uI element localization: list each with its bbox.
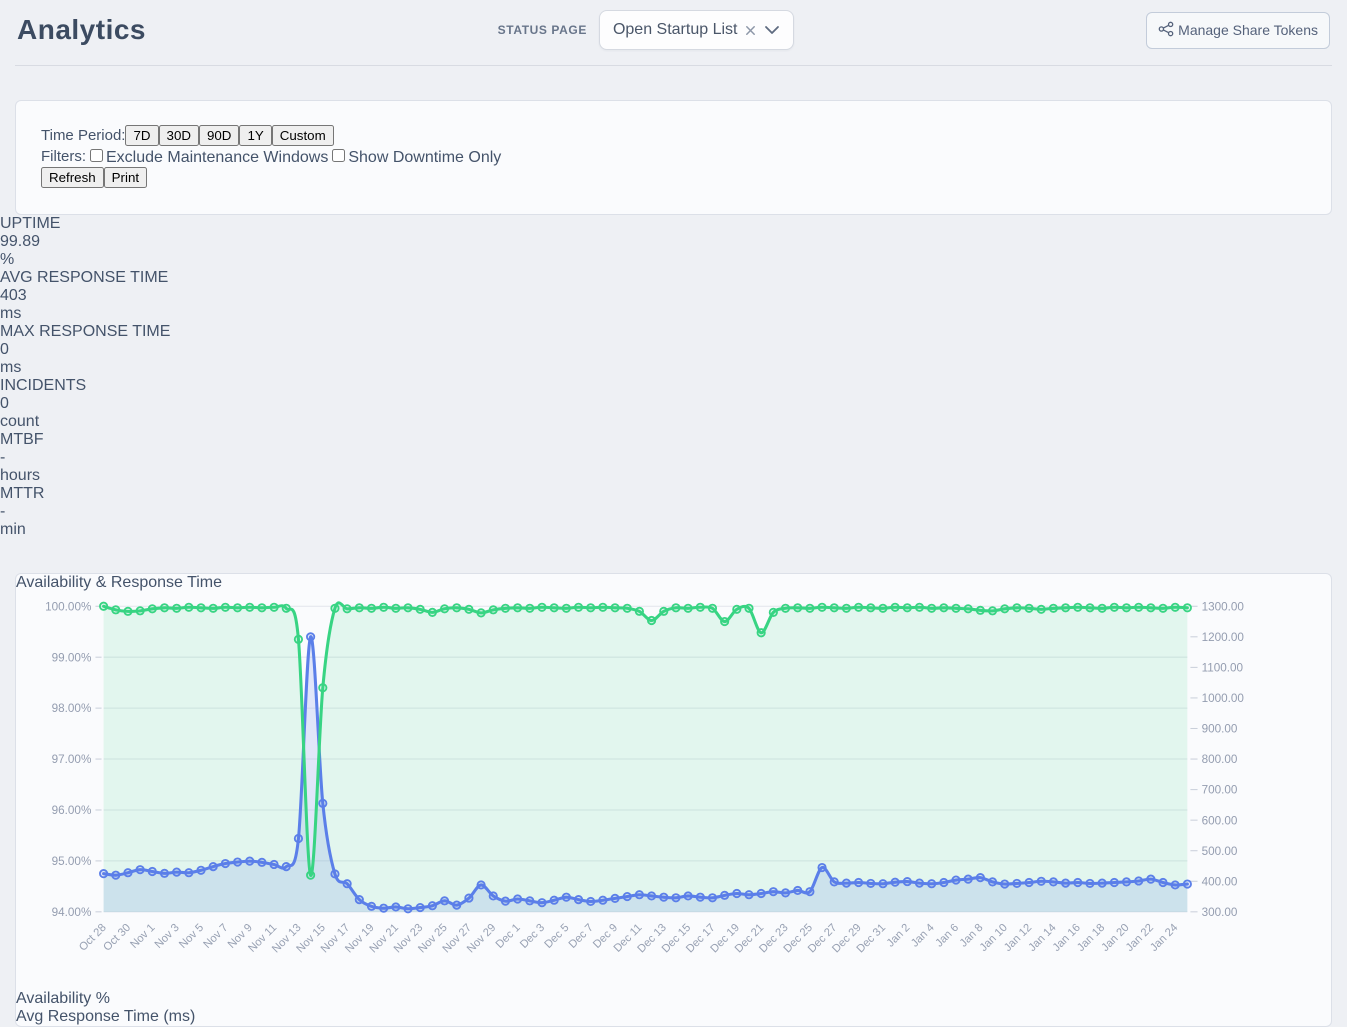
time-period-button-7d[interactable]: 7D — [125, 125, 158, 146]
svg-text:1000.00: 1000.00 — [1202, 692, 1245, 705]
stat-unit: % — [0, 251, 1347, 269]
filters-label: Filters: — [41, 148, 86, 165]
checkbox-label: Show Downtime Only — [348, 149, 501, 166]
svg-text:Jan 24: Jan 24 — [1148, 922, 1180, 954]
stat-unit: min — [0, 521, 1347, 539]
stat-value: - — [0, 449, 1347, 467]
stat-card-uptime: UPTIME99.89% — [0, 215, 1347, 269]
svg-text:1300.00: 1300.00 — [1202, 600, 1245, 613]
stat-label: UPTIME — [0, 215, 1347, 233]
legend-label: Avg Response Time (ms) — [16, 1008, 195, 1025]
svg-text:99.00%: 99.00% — [52, 651, 92, 664]
svg-text:Jan 2: Jan 2 — [885, 922, 913, 950]
clear-icon[interactable] — [744, 24, 757, 37]
manage-share-tokens-button[interactable]: Manage Share Tokens — [1146, 12, 1330, 49]
page-title: Analytics — [17, 14, 146, 46]
stat-card-avg-response-time: AVG RESPONSE TIME403ms — [0, 269, 1347, 323]
stat-label: MTTR — [0, 485, 1347, 503]
svg-text:400.00: 400.00 — [1202, 875, 1238, 888]
header: Analytics STATUS PAGE Open Startup List … — [15, 0, 1332, 66]
checkbox-show-downtime-only[interactable] — [332, 149, 345, 162]
availability-response-chart: 100.00% 99.00% 98.00% 97.00% 96.00% 95.00% 94.… — [16, 592, 1331, 990]
stat-value: - — [0, 503, 1347, 521]
svg-text:Nov 3: Nov 3 — [153, 922, 182, 951]
stat-unit: count — [0, 413, 1347, 431]
status-page-label: STATUS PAGE — [498, 23, 587, 37]
svg-text:98.00%: 98.00% — [52, 702, 92, 715]
svg-text:94.00%: 94.00% — [52, 906, 92, 919]
filter-checkbox-item: Show Downtime Only — [328, 149, 501, 166]
svg-text:100.00%: 100.00% — [45, 600, 91, 613]
svg-text:Dec 1: Dec 1 — [494, 922, 523, 951]
stat-unit: ms — [0, 305, 1347, 323]
svg-text:Dec 7: Dec 7 — [567, 922, 596, 951]
stat-label: INCIDENTS — [0, 377, 1347, 395]
chart-title: Availability & Response Time — [16, 574, 1331, 592]
stat-unit: hours — [0, 467, 1347, 485]
stat-value: 0 — [0, 341, 1347, 359]
stat-card-incidents: INCIDENTS0count — [0, 377, 1347, 431]
manage-share-tokens-label: Manage Share Tokens — [1178, 22, 1318, 38]
chevron-down-icon[interactable] — [764, 25, 780, 35]
time-period-button-1y[interactable]: 1Y — [239, 125, 271, 146]
svg-text:Nov 5: Nov 5 — [177, 922, 206, 951]
svg-text:97.00%: 97.00% — [52, 753, 92, 766]
stat-value: 99.89 — [0, 233, 1347, 251]
svg-text:Oct 30: Oct 30 — [101, 922, 133, 954]
svg-text:Dec 3: Dec 3 — [518, 922, 547, 951]
stat-card-mttr: MTTR-min — [0, 485, 1347, 539]
time-period-button-90d[interactable]: 90D — [199, 125, 239, 146]
status-page-select[interactable]: Open Startup List — [599, 10, 795, 50]
svg-text:500.00: 500.00 — [1202, 845, 1238, 858]
filters-row: Filters: Exclude Maintenance Windows Show… — [41, 146, 1306, 167]
stat-value: 403 — [0, 287, 1347, 305]
stats-row: UPTIME99.89%AVG RESPONSE TIME403msMAX RE… — [0, 215, 1347, 539]
svg-text:1100.00: 1100.00 — [1202, 661, 1244, 674]
svg-text:Nov 1: Nov 1 — [128, 922, 157, 951]
stat-label: AVG RESPONSE TIME — [0, 269, 1347, 287]
legend-item[interactable]: Avg Response Time (ms) — [16, 1008, 1331, 1026]
svg-text:700.00: 700.00 — [1202, 784, 1238, 797]
svg-text:1200.00: 1200.00 — [1202, 631, 1245, 644]
checkbox-label: Exclude Maintenance Windows — [106, 149, 328, 166]
time-period-label: Time Period: — [41, 127, 125, 144]
stat-label: MAX RESPONSE TIME — [0, 323, 1347, 341]
time-period-button-group: 7D30D90D1YCustom — [125, 125, 333, 146]
time-period-row: Time Period: 7D30D90D1YCustom — [41, 125, 1306, 146]
filter-panel: Time Period: 7D30D90D1YCustom Filters: E… — [15, 100, 1332, 215]
svg-text:300.00: 300.00 — [1202, 906, 1238, 919]
chart-panel: Availability & Response Time 100.00% 99.0… — [15, 573, 1332, 1027]
stat-unit: ms — [0, 359, 1347, 377]
svg-text:600.00: 600.00 — [1202, 814, 1238, 827]
time-period-button-30d[interactable]: 30D — [159, 125, 199, 146]
svg-text:800.00: 800.00 — [1202, 753, 1238, 766]
svg-text:95.00%: 95.00% — [52, 855, 92, 868]
checkbox-exclude-maintenance-windows[interactable] — [90, 149, 103, 162]
share-icon — [1158, 21, 1174, 40]
svg-text:Nov 7: Nov 7 — [201, 922, 230, 951]
legend-label: Availability % — [16, 990, 110, 1007]
time-period-button-custom[interactable]: Custom — [272, 125, 334, 146]
stat-value: 0 — [0, 395, 1347, 413]
legend-item[interactable]: Availability % — [16, 990, 1331, 1008]
status-page-selector: STATUS PAGE Open Startup List — [146, 10, 1146, 50]
status-page-selected-value: Open Startup List — [613, 21, 738, 39]
chart-canvas: 100.00% 99.00% 98.00% 97.00% 96.00% 95.00% 94.… — [16, 592, 1331, 985]
svg-text:Jan 4: Jan 4 — [909, 922, 937, 950]
print-button[interactable]: Print — [104, 167, 147, 188]
chart-legend: Availability %Avg Response Time (ms) — [16, 990, 1331, 1026]
stat-card-mtbf: MTBF-hours — [0, 431, 1347, 485]
actions-row: Refresh Print — [41, 167, 1306, 188]
svg-text:Jan 6: Jan 6 — [933, 922, 961, 950]
svg-text:900.00: 900.00 — [1202, 723, 1238, 736]
svg-text:96.00%: 96.00% — [52, 804, 92, 817]
stat-label: MTBF — [0, 431, 1347, 449]
filter-checkbox-group: Exclude Maintenance Windows Show Downtime… — [86, 146, 501, 167]
stat-card-max-response-time: MAX RESPONSE TIME0ms — [0, 323, 1347, 377]
svg-text:Dec 5: Dec 5 — [542, 922, 571, 951]
filter-checkbox-item: Exclude Maintenance Windows — [86, 149, 328, 166]
refresh-button[interactable]: Refresh — [41, 167, 104, 188]
